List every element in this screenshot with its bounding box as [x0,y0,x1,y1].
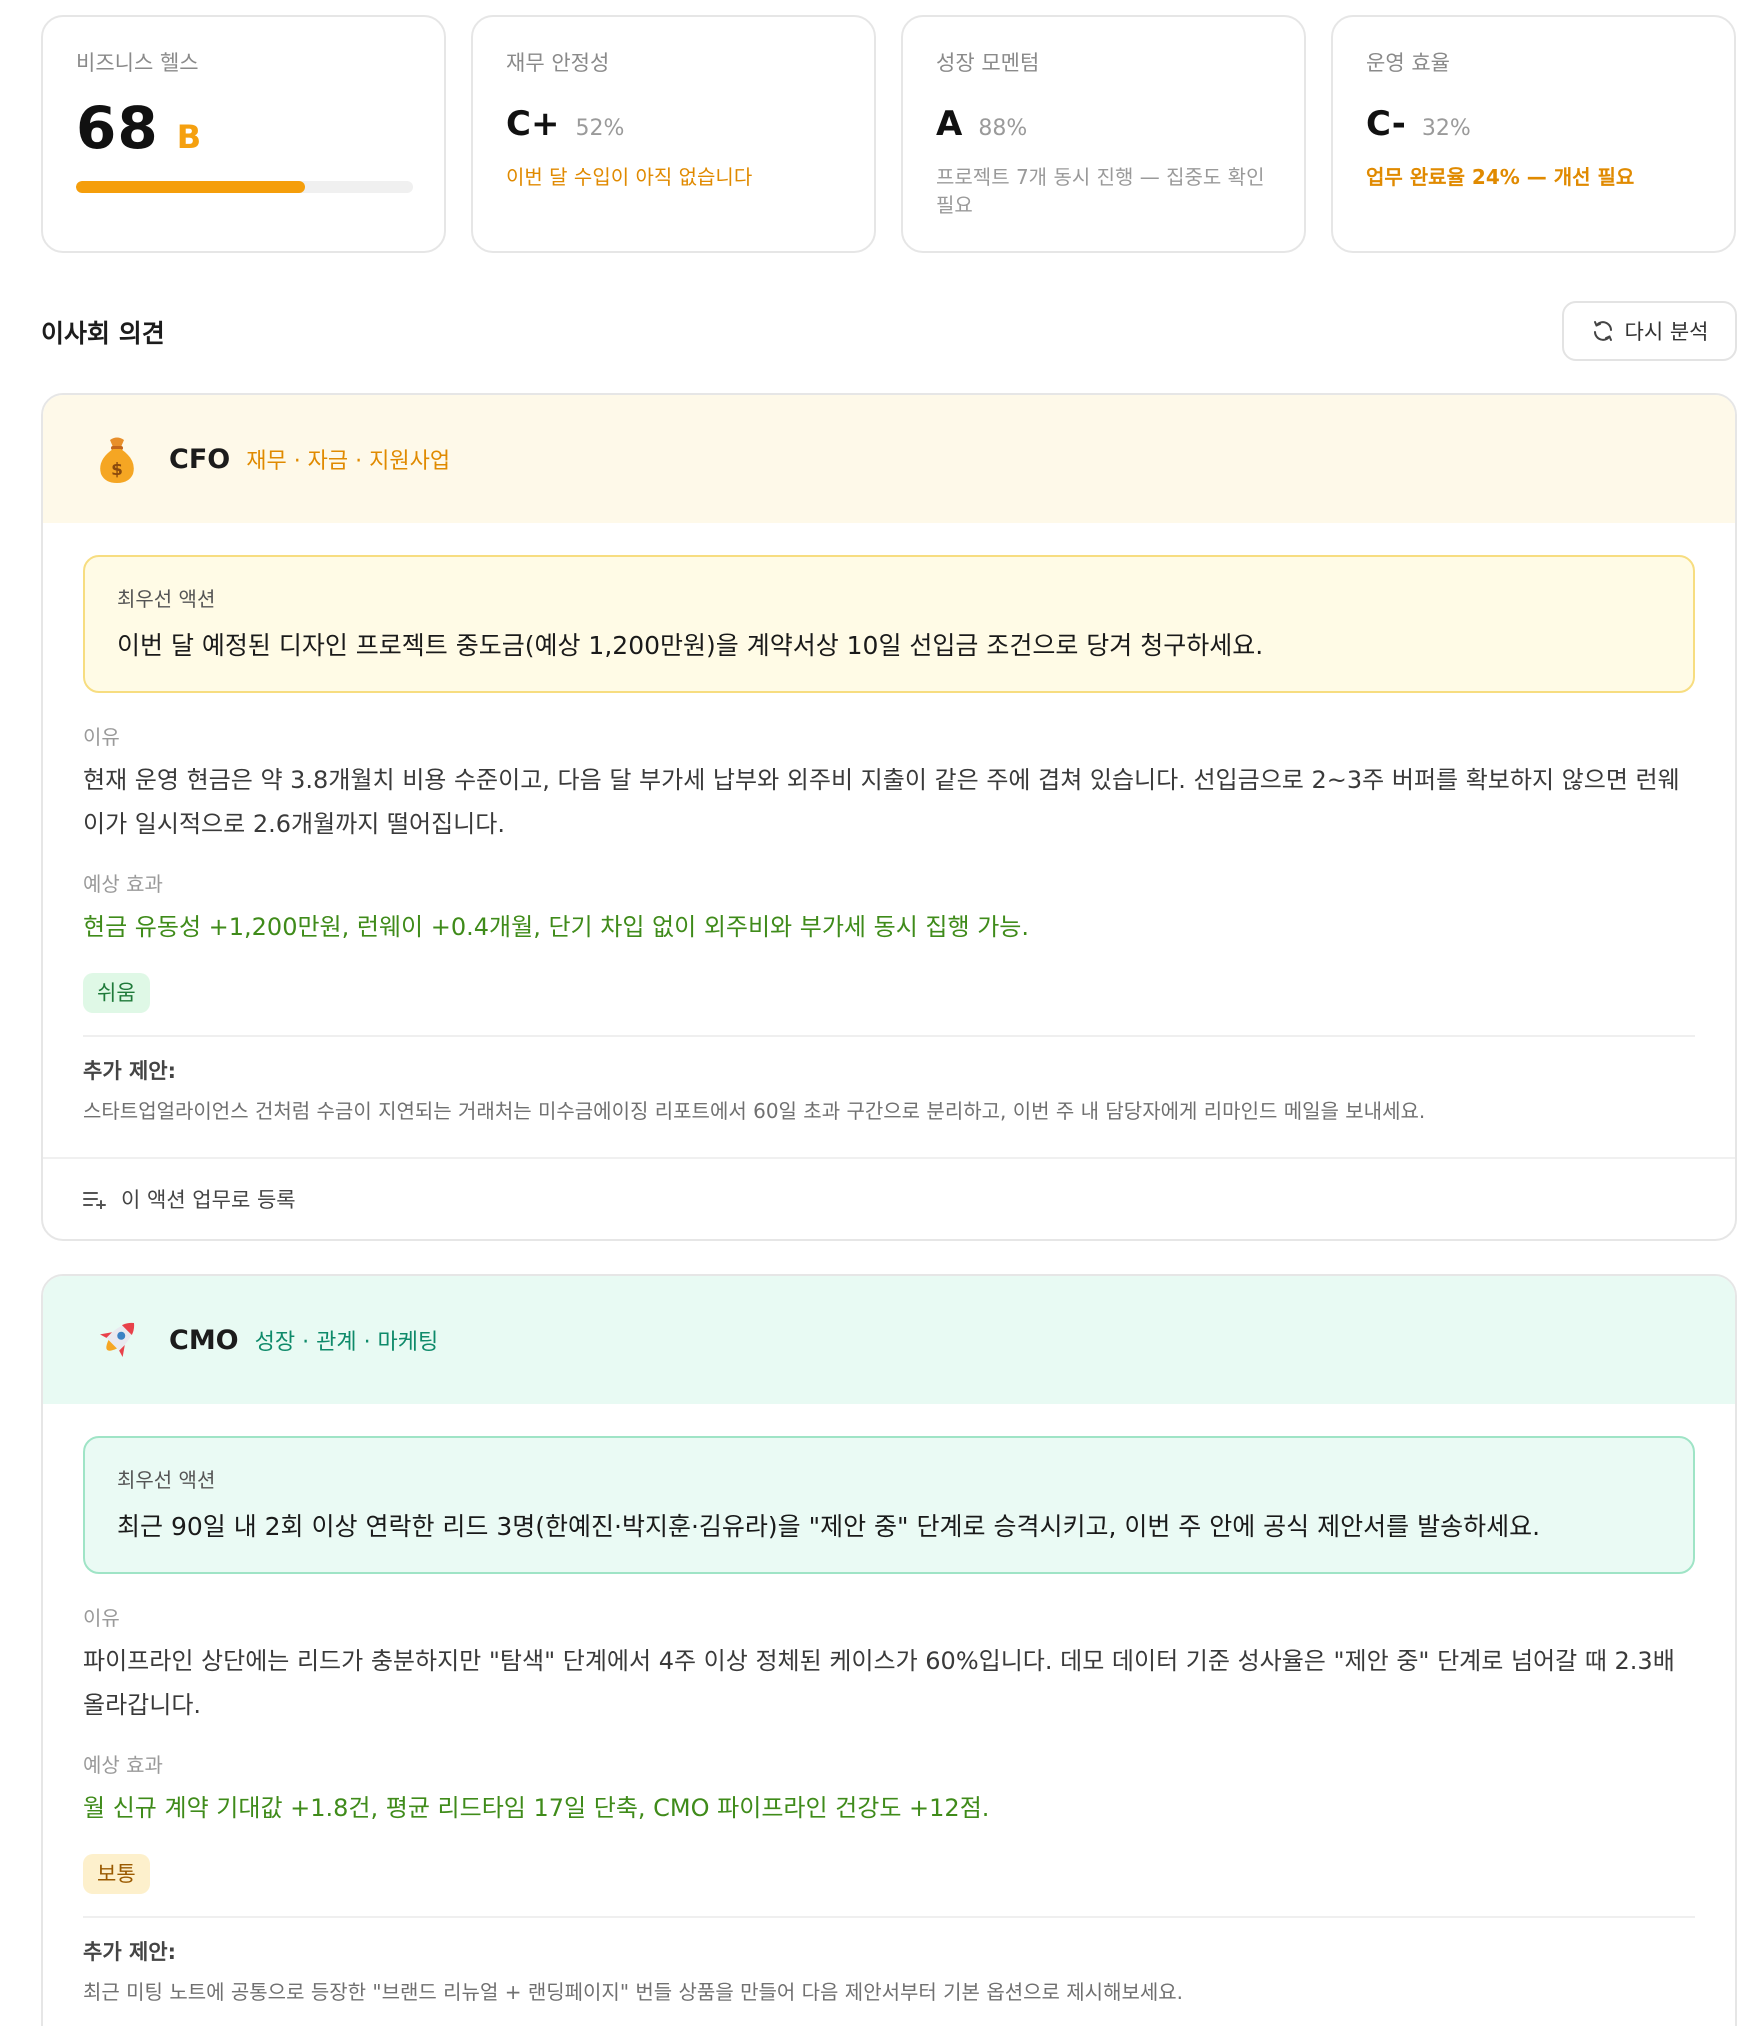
metric-label: 성장 모멘텀 [936,51,1040,75]
metric-label: 비즈니스 헬스 [76,51,199,75]
priority-text: 최근 90일 내 2회 이상 연락한 리드 3명(한예진·박지훈·김유라)을 "… [117,1512,1541,1541]
divider [83,1035,1695,1037]
effect-label: 예상 효과 [83,1753,163,1777]
cfo-advisor-card: $ CFO 재무 · 자금 · 지원사업 최우선 액션 이번 달 예정된 디자인… [41,393,1737,1241]
cfo-priority-action: 최우선 액션 이번 달 예정된 디자인 프로젝트 중도금(예상 1,200만원)… [83,555,1695,693]
health-progress-fill [76,181,306,193]
extra-label: 추가 제안: [83,1059,176,1083]
operational-efficiency-card: 운영 효율 C- 32% 업무 완료율 24% — 개선 필요 [1331,15,1736,253]
reason-text: 파이프라인 상단에는 리드가 충분하지만 "탐색" 단계에서 4주 이상 정체된… [83,1647,1675,1719]
cmo-tags: 성장 · 관계 · 마케팅 [254,1330,439,1355]
priority-label: 최우선 액션 [117,1468,216,1492]
effect-text: 월 신규 계약 기대값 +1.8건, 평균 리드타임 17일 단축, CMO 파… [83,1794,990,1822]
cmo-body: 최우선 액션 최근 90일 내 2회 이상 연락한 리드 3명(한예진·박지훈·… [43,1404,1735,2005]
ops-pct: 32% [1421,116,1471,141]
ops-note: 업무 완료율 24% — 개선 필요 [1366,165,1635,189]
cmo-priority-action: 최우선 액션 최근 90일 내 2회 이상 연락한 리드 3명(한예진·박지훈·… [83,1436,1695,1574]
priority-label: 최우선 액션 [117,587,216,611]
difficulty-badge: 보통 [83,1854,150,1894]
reanalyze-button[interactable]: 다시 분석 [1562,301,1737,361]
finance-grade: C+ [506,104,560,144]
reason-label: 이유 [83,1606,120,1630]
reanalyze-label: 다시 분석 [1624,320,1709,344]
money-bag-icon: $ [89,431,145,487]
health-score: 68 [76,94,159,162]
effect-label: 예상 효과 [83,872,163,896]
growth-pct: 88% [978,116,1028,141]
rocket-icon [89,1312,145,1368]
list-add-icon [83,1192,106,1209]
cfo-body: 최우선 액션 이번 달 예정된 디자인 프로젝트 중도금(예상 1,200만원)… [43,523,1735,1124]
divider [83,1916,1695,1918]
cfo-role: CFO [169,443,231,475]
section-title: 이사회 의견 [41,319,165,348]
reason-text: 현재 운영 현금은 약 3.8개월치 비용 수준이고, 다음 달 부가세 납부와… [83,766,1680,838]
financial-stability-card: 재무 안정성 C+ 52% 이번 달 수입이 아직 없습니다 [471,15,876,253]
extra-text: 최근 미팅 노트에 공통으로 등장한 "브랜드 리뉴얼 + 랜딩페이지" 번들 … [83,1980,1184,2004]
effect-text: 현금 유동성 +1,200만원, 런웨이 +0.4개월, 단기 차입 없이 외주… [83,913,1030,941]
register-task-label: 이 액션 업무로 등록 [121,1188,296,1212]
finance-note: 이번 달 수입이 아직 없습니다 [506,165,753,189]
grade-row: A 88% [936,107,1271,141]
register-task-button[interactable]: 이 액션 업무로 등록 [43,1157,1735,1239]
cmo-header: CMO 성장 · 관계 · 마케팅 [43,1276,1735,1404]
reason-label: 이유 [83,725,120,749]
difficulty-badge: 쉬움 [83,973,150,1013]
ops-grade: C- [1366,104,1406,144]
priority-text: 이번 달 예정된 디자인 프로젝트 중도금(예상 1,200만원)을 계약서상 … [117,631,1264,660]
cfo-header: $ CFO 재무 · 자금 · 지원사업 [43,395,1735,523]
score-row: 68 B [76,99,411,157]
metrics-row: 비즈니스 헬스 68 B 재무 안정성 C+ 52% 이번 달 수입이 아직 없… [41,15,1737,253]
refresh-icon [1593,321,1612,341]
growth-grade: A [936,104,963,144]
svg-text:$: $ [111,460,123,480]
extra-label: 추가 제안: [83,1940,176,1964]
grade-row: C+ 52% [506,107,841,141]
metric-label: 재무 안정성 [506,51,610,75]
cmo-advisor-card: CMO 성장 · 관계 · 마케팅 최우선 액션 최근 90일 내 2회 이상 … [41,1274,1737,2026]
health-grade: B [176,118,202,156]
cfo-tags: 재무 · 자금 · 지원사업 [246,449,451,474]
business-health-card: 비즈니스 헬스 68 B [41,15,446,253]
growth-momentum-card: 성장 모멘텀 A 88% 프로젝트 7개 동시 진행 — 집중도 확인 필요 [901,15,1306,253]
finance-pct: 52% [575,116,625,141]
growth-note: 프로젝트 7개 동시 진행 — 집중도 확인 필요 [936,165,1265,217]
extra-text: 스타트업얼라이언스 건처럼 수금이 지연되는 거래처는 미수금에이징 리포트에서… [83,1099,1426,1123]
health-progress-bar [76,181,413,193]
grade-row: C- 32% [1366,107,1701,141]
metric-label: 운영 효율 [1366,51,1450,75]
cmo-role: CMO [169,1324,239,1356]
